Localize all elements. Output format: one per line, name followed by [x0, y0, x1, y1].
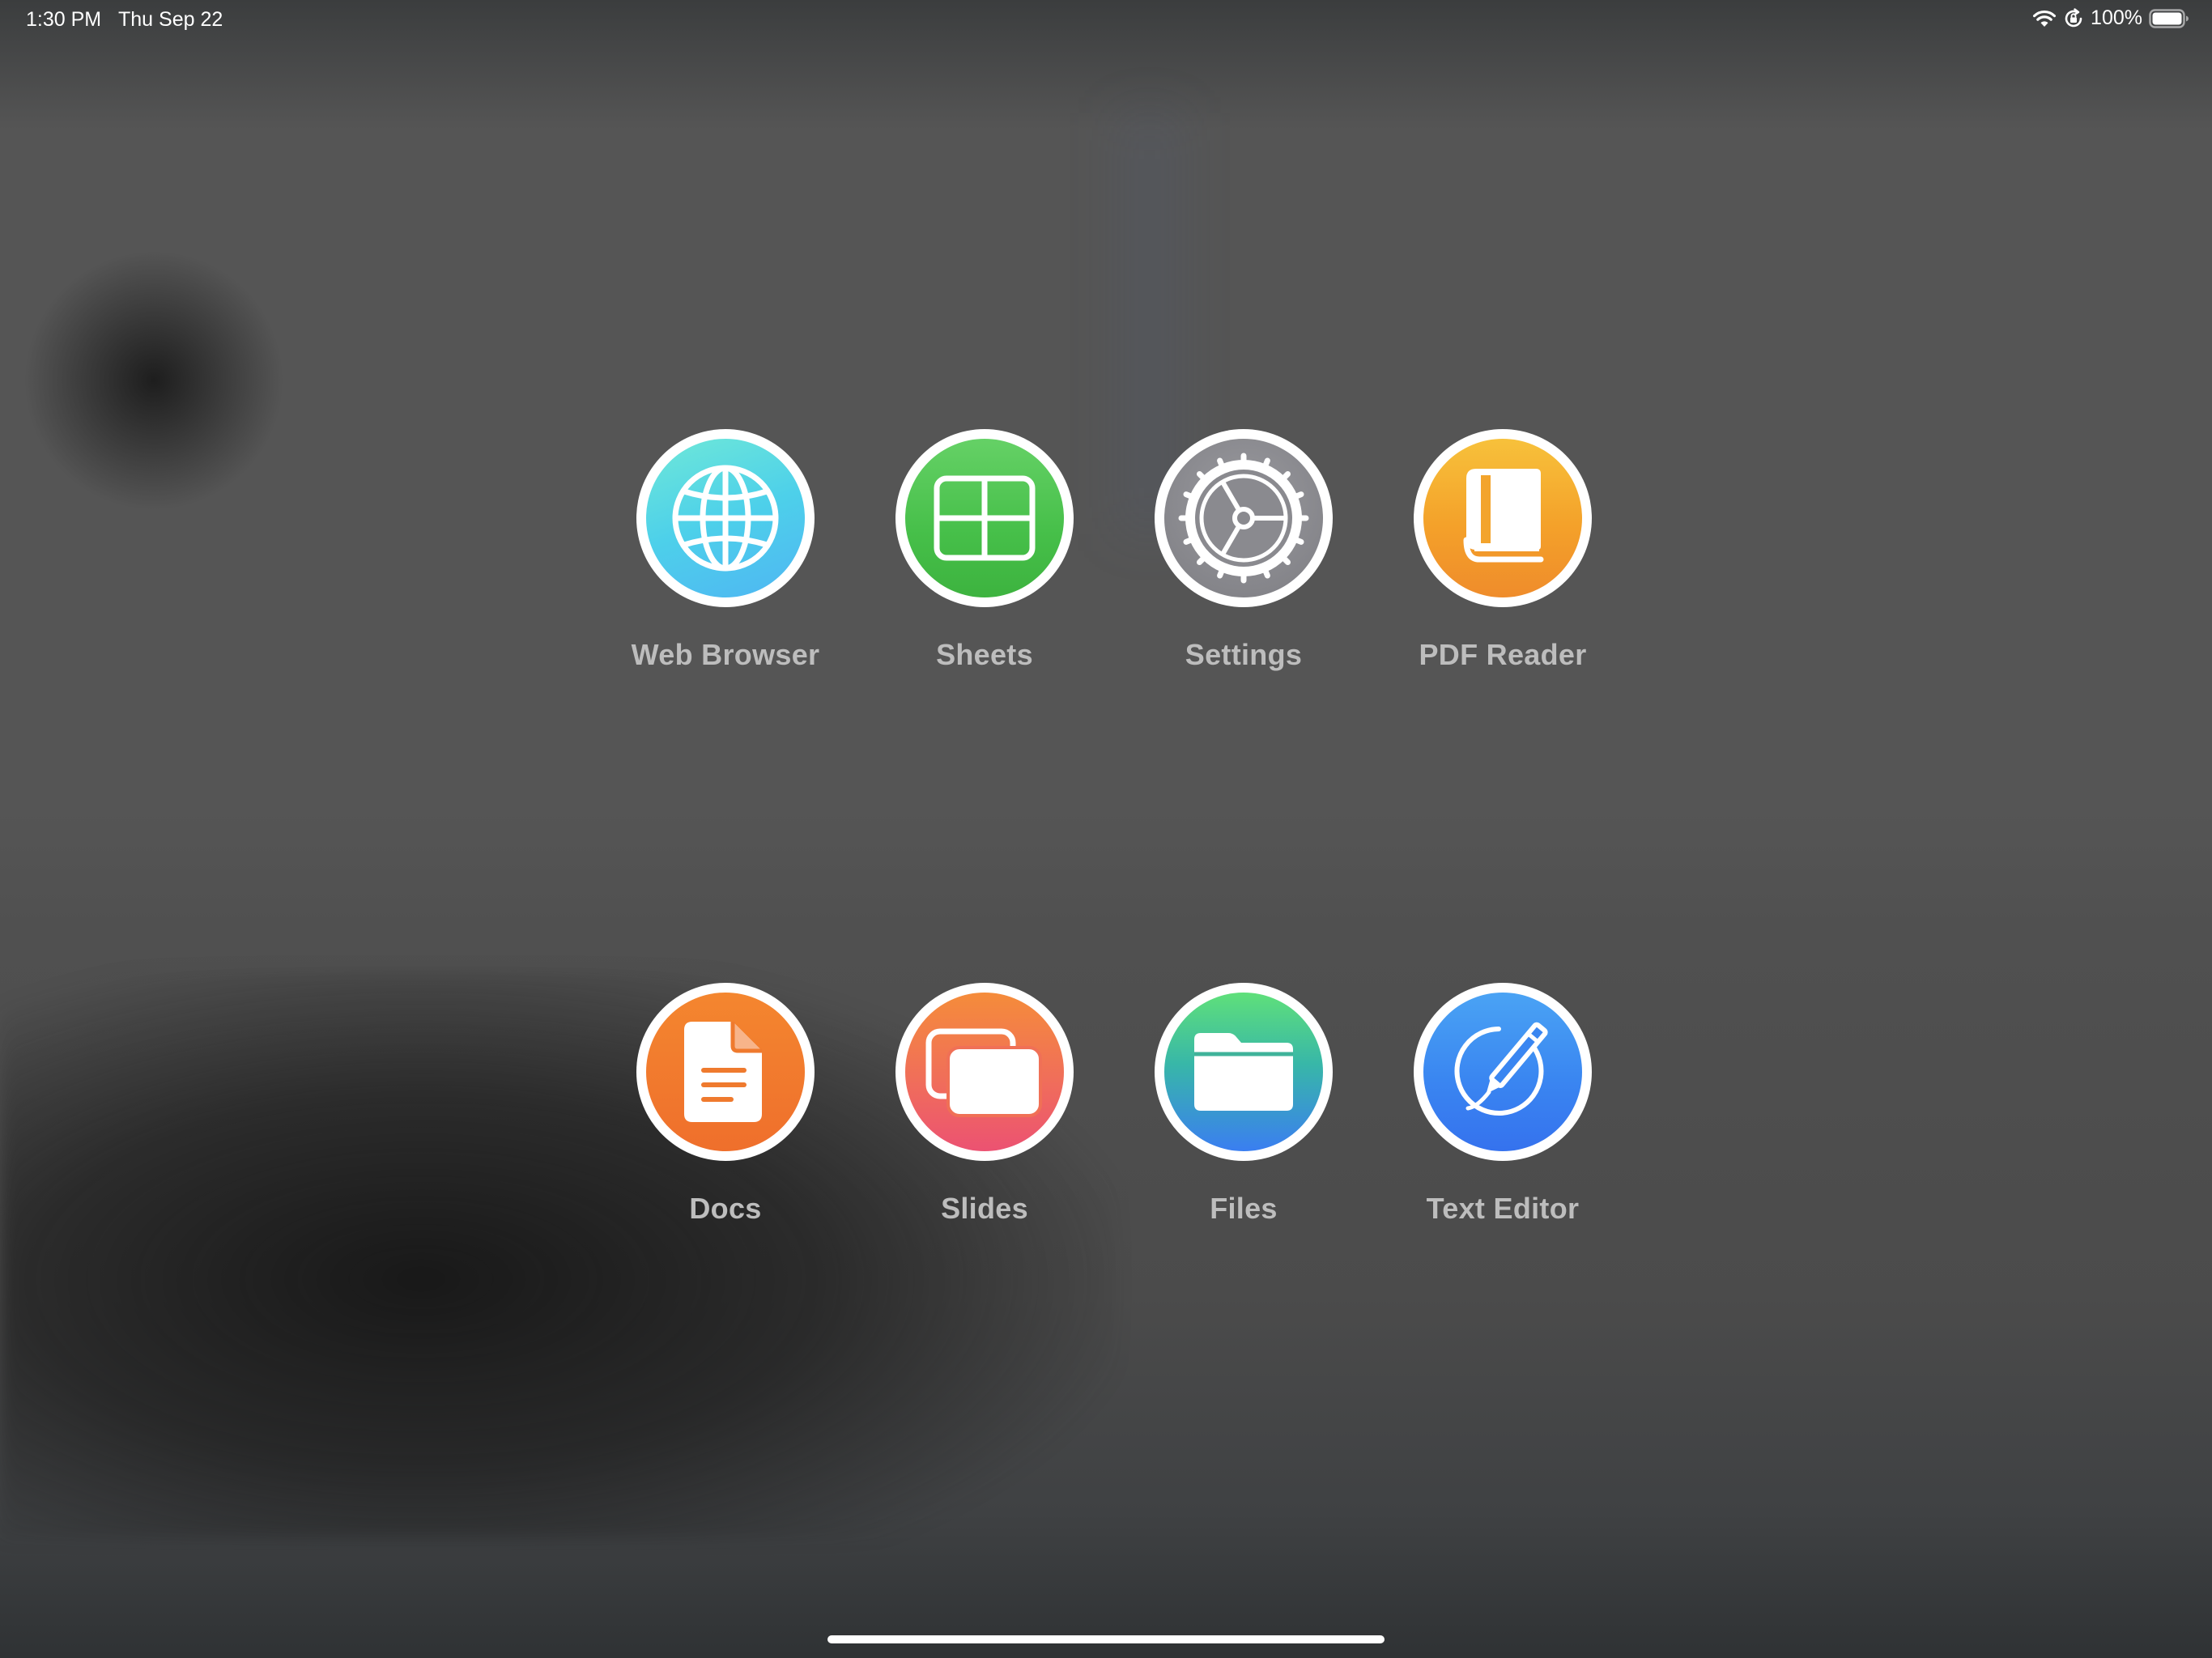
slides-icon: [905, 993, 1064, 1151]
status-time: 1:30 PM: [26, 8, 102, 31]
app-icon-slides[interactable]: [895, 983, 1074, 1161]
app-icon-settings[interactable]: [1155, 429, 1333, 607]
battery-icon: [2149, 8, 2189, 28]
book-icon: [1423, 439, 1582, 597]
app-label: PDF Reader: [1419, 638, 1587, 671]
wifi-icon: [2032, 9, 2057, 28]
pencil-circle-icon: [1423, 993, 1582, 1151]
app-pdf-reader[interactable]: PDF Reader: [1373, 429, 1632, 672]
app-sheets[interactable]: Sheets: [855, 429, 1114, 672]
app-slides[interactable]: Slides: [855, 983, 1114, 1226]
app-label: Docs: [689, 1192, 762, 1225]
app-icon-web-browser[interactable]: [636, 429, 815, 607]
app-text-editor[interactable]: Text Editor: [1373, 983, 1632, 1226]
app-web-browser[interactable]: Web Browser: [596, 429, 855, 672]
globe-icon: [646, 439, 805, 597]
app-label: Web Browser: [631, 638, 820, 671]
app-label: Slides: [941, 1192, 1028, 1225]
orientation-lock-icon: [2063, 7, 2084, 29]
app-files[interactable]: Files: [1114, 983, 1373, 1226]
home-indicator[interactable]: [827, 1635, 1385, 1643]
app-settings[interactable]: Settings: [1114, 429, 1373, 672]
app-icon-files[interactable]: [1155, 983, 1333, 1161]
app-label: Settings: [1185, 638, 1303, 671]
status-indicators: 100%: [2032, 6, 2189, 30]
battery-percentage: 100%: [2091, 6, 2142, 29]
app-label: Files: [1210, 1192, 1278, 1225]
app-icon-docs[interactable]: [636, 983, 815, 1161]
folder-icon: [1164, 993, 1323, 1151]
document-icon: [646, 993, 805, 1151]
app-label: Sheets: [936, 638, 1033, 671]
app-icon-sheets[interactable]: [895, 429, 1074, 607]
gear-icon: [1164, 439, 1323, 597]
app-docs[interactable]: Docs: [596, 983, 855, 1226]
grid-icon: [905, 439, 1064, 597]
app-label: Text Editor: [1426, 1192, 1580, 1225]
app-icon-pdf-reader[interactable]: [1414, 429, 1592, 607]
app-icon-text-editor[interactable]: [1414, 983, 1592, 1161]
status-date: Thu Sep 22: [118, 8, 223, 31]
status-bar: 1:30 PM Thu Sep 22 100%: [0, 0, 2212, 39]
